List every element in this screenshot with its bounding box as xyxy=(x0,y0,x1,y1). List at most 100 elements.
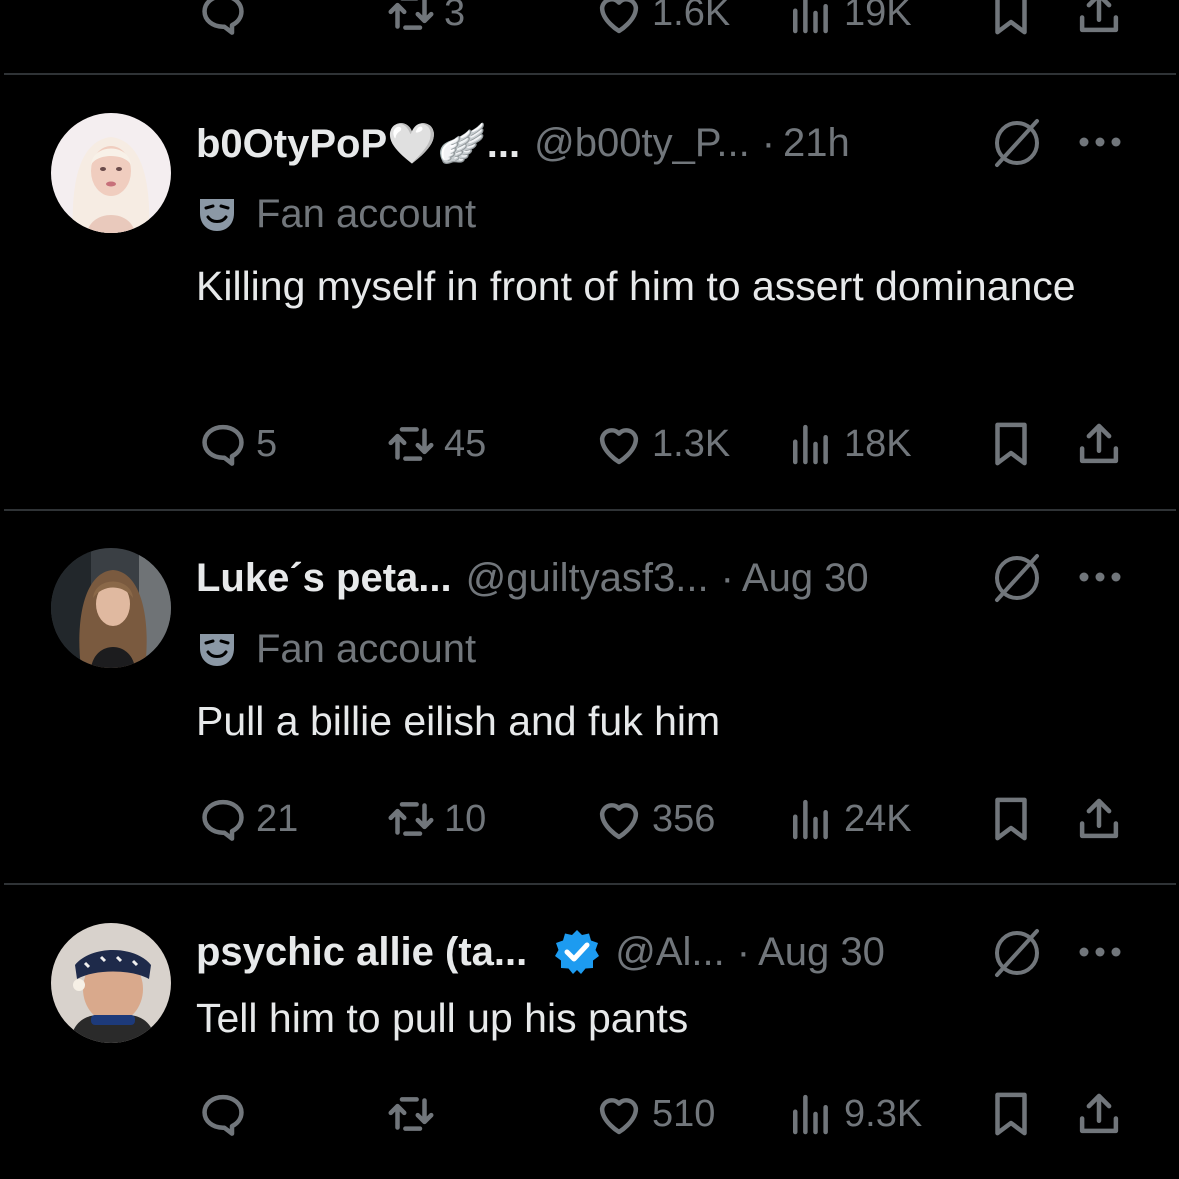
display-name[interactable]: Luke´s peta... xyxy=(196,556,452,601)
repost-count: 45 xyxy=(444,422,487,465)
action-bar: 21 10 356 24K xyxy=(196,789,1126,849)
handle[interactable]: @b00ty_P... xyxy=(534,121,750,166)
reply-button[interactable] xyxy=(196,1084,256,1144)
like-button[interactable]: 1.6K xyxy=(592,0,730,43)
repost-icon xyxy=(384,792,438,846)
bookmark-button[interactable] xyxy=(984,1084,1038,1144)
view-count: 24K xyxy=(844,797,912,840)
reply-thread: 3 1.6K 19K b0OtyPoP🤍🪽... @b00ty_P... · 2… xyxy=(0,0,1179,1179)
views-button[interactable]: 19K xyxy=(784,0,912,43)
verified-badge-icon[interactable] xyxy=(553,928,601,976)
handle[interactable]: @Al... xyxy=(615,930,725,975)
views-icon xyxy=(784,1087,838,1141)
block-icon[interactable] xyxy=(989,115,1045,171)
more-icon[interactable] xyxy=(1076,928,1124,976)
bookmark-icon xyxy=(984,0,1038,40)
like-count: 1.3K xyxy=(652,422,731,465)
fan-account-mask-icon xyxy=(200,199,234,231)
handle[interactable]: @guiltyasf3... xyxy=(466,556,709,601)
reply-icon xyxy=(196,1087,250,1141)
separator: · xyxy=(761,120,776,165)
action-bar: 510 9.3K xyxy=(196,1084,1126,1144)
view-count: 18K xyxy=(844,422,912,465)
more-icon[interactable] xyxy=(1076,553,1124,601)
bookmark-icon xyxy=(984,1087,1038,1141)
label-text: Fan account xyxy=(256,191,477,236)
share-icon xyxy=(1072,417,1126,471)
tweet-text: Tell him to pull up his pants xyxy=(196,995,689,1041)
fan-account-mask-icon xyxy=(200,634,234,666)
share-button[interactable] xyxy=(1072,789,1126,849)
divider xyxy=(4,509,1176,511)
display-name[interactable]: psychic allie (ta... xyxy=(196,930,527,975)
like-icon xyxy=(592,0,646,40)
like-count: 356 xyxy=(652,797,716,840)
views-button[interactable]: 24K xyxy=(784,789,912,849)
like-icon xyxy=(592,417,646,471)
timestamp[interactable]: 21h xyxy=(783,121,850,166)
timestamp[interactable]: Aug 30 xyxy=(758,930,885,975)
like-count: 1.6K xyxy=(652,0,731,34)
share-icon xyxy=(1072,0,1126,40)
action-bar-partial: 3 1.6K 19K xyxy=(196,0,1126,43)
repost-count: 10 xyxy=(444,797,487,840)
reply-button[interactable]: 5 xyxy=(196,414,277,474)
like-button[interactable]: 1.3K xyxy=(592,414,730,474)
tweet-text: Killing myself in front of him to assert… xyxy=(196,263,1076,309)
avatar[interactable] xyxy=(51,548,171,668)
divider xyxy=(4,73,1176,75)
separator: · xyxy=(720,555,734,600)
block-icon[interactable] xyxy=(989,925,1045,981)
like-button[interactable]: 510 xyxy=(592,1084,715,1144)
views-button[interactable]: 9.3K xyxy=(784,1084,922,1144)
repost-count: 3 xyxy=(444,0,466,34)
view-count: 19K xyxy=(844,0,912,34)
bookmark-button[interactable] xyxy=(984,789,1038,849)
avatar[interactable] xyxy=(51,923,171,1043)
reply-icon xyxy=(196,417,250,471)
separator: · xyxy=(736,929,751,974)
views-icon xyxy=(784,417,838,471)
reply-icon xyxy=(196,0,250,40)
fan-account-label: Fan account xyxy=(196,621,476,677)
reply-button[interactable] xyxy=(196,0,256,43)
fan-account-label: Fan account xyxy=(196,186,476,242)
reply-count: 21 xyxy=(256,797,299,840)
views-icon xyxy=(784,792,838,846)
share-icon xyxy=(1072,1087,1126,1141)
views-icon xyxy=(784,0,838,40)
like-button[interactable]: 356 xyxy=(592,789,715,849)
display-name[interactable]: b0OtyPoP🤍🪽... xyxy=(196,120,520,167)
tweet-header: psychic allie (ta... @Al... · Aug 30 xyxy=(196,922,885,982)
more-icon[interactable] xyxy=(1076,118,1124,166)
share-icon xyxy=(1072,792,1126,846)
share-button[interactable] xyxy=(1072,414,1126,474)
reply-count: 5 xyxy=(256,422,278,465)
view-count: 9.3K xyxy=(844,1092,923,1135)
label-text: Fan account xyxy=(256,626,477,671)
share-button[interactable] xyxy=(1072,1084,1126,1144)
views-button[interactable]: 18K xyxy=(784,414,912,474)
tweet-header: b0OtyPoP🤍🪽... @b00ty_P... · 21h xyxy=(196,113,850,173)
repost-icon xyxy=(384,1087,438,1141)
repost-button[interactable]: 10 xyxy=(384,789,486,849)
repost-button[interactable]: 45 xyxy=(384,414,486,474)
repost-button[interactable] xyxy=(384,1084,444,1144)
share-button[interactable] xyxy=(1072,0,1126,43)
reply-button[interactable]: 21 xyxy=(196,789,298,849)
bookmark-button[interactable] xyxy=(984,414,1038,474)
bookmark-icon xyxy=(984,792,1038,846)
reply-icon xyxy=(196,792,250,846)
avatar[interactable] xyxy=(51,113,171,233)
bookmark-icon xyxy=(984,417,1038,471)
like-count: 510 xyxy=(652,1092,716,1135)
bookmark-button[interactable] xyxy=(984,0,1038,43)
repost-icon xyxy=(384,417,438,471)
tweet-header: Luke´s peta... @guiltyasf3... · Aug 30 xyxy=(196,548,869,608)
divider xyxy=(4,883,1176,885)
block-icon[interactable] xyxy=(989,550,1045,606)
timestamp[interactable]: Aug 30 xyxy=(742,556,869,601)
like-icon xyxy=(592,1087,646,1141)
repost-button[interactable]: 3 xyxy=(384,0,465,43)
repost-icon xyxy=(384,0,438,40)
